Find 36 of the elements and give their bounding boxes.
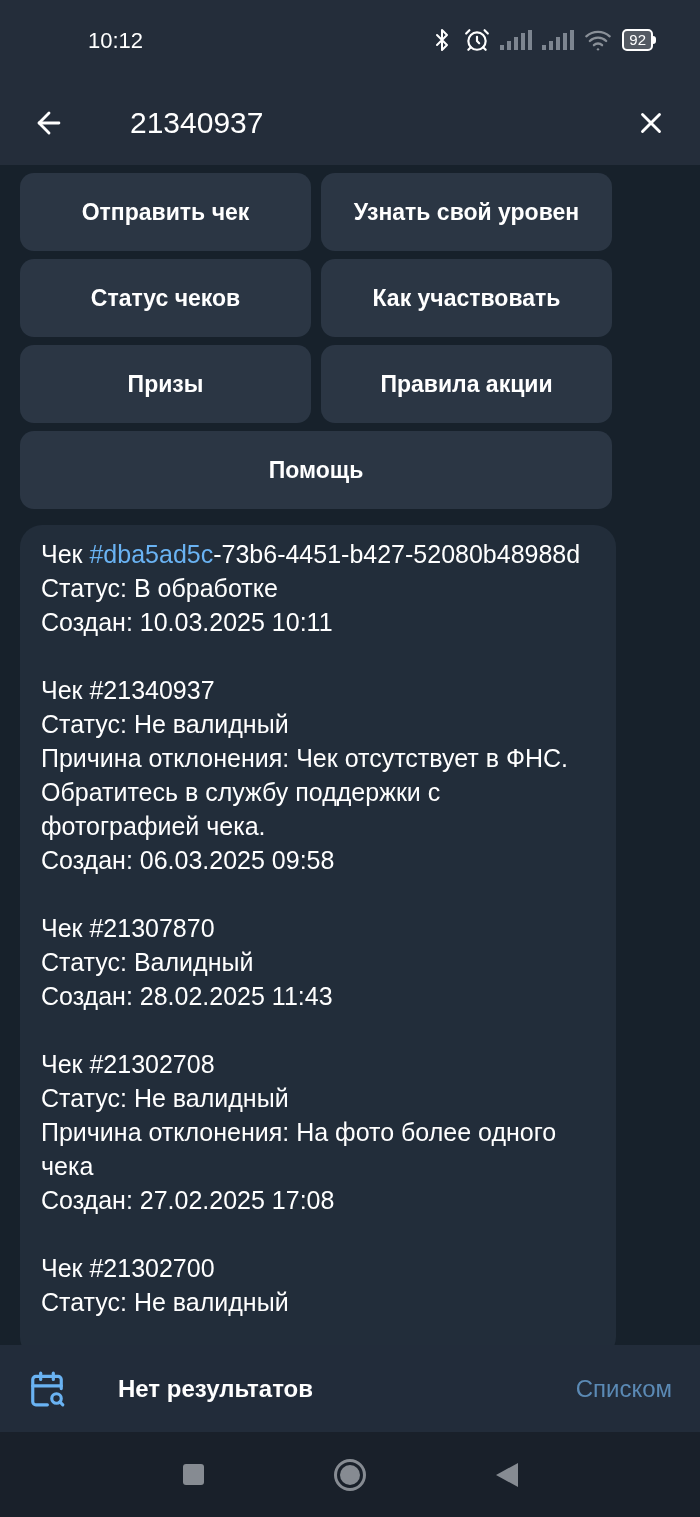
recents-icon[interactable] xyxy=(182,1464,204,1485)
search-field[interactable]: 21340937 xyxy=(130,100,264,145)
calendar-search-icon[interactable] xyxy=(28,1369,66,1408)
bot-keyboard-button[interactable]: Правила акции xyxy=(321,345,612,423)
message-text: Создан: 06.03.2025 09:58 xyxy=(41,845,336,876)
bot-keyboard-button[interactable]: Призы xyxy=(20,345,311,423)
bot-keyboard-button[interactable]: Помощь xyxy=(20,431,612,509)
clock: 10:12 xyxy=(88,26,144,55)
result-text: Нет результатов xyxy=(118,1373,313,1404)
bot-keyboard-button[interactable]: Отправить чек xyxy=(20,173,311,251)
message-text: Создан: 28.02.2025 11:43 xyxy=(41,981,334,1012)
message-text: Статус: В обработке xyxy=(41,573,279,604)
bot-keyboard-button[interactable]: Как участвовать xyxy=(321,259,612,337)
message-text: Чек #dba5ad5c-73b6-4451-b427-52080b48988d xyxy=(41,539,582,570)
signal-icon xyxy=(500,30,533,50)
battery-icon: 92 xyxy=(622,29,653,51)
message-text: Причина отклонения: На фото более одного чека xyxy=(41,1117,558,1182)
home-icon[interactable] xyxy=(333,1458,366,1491)
message-text: Статус: Не валидный xyxy=(41,709,290,740)
alarm-icon xyxy=(464,27,491,53)
list-view-button[interactable]: Списком xyxy=(575,1370,672,1407)
message-text: Чек #21302700 xyxy=(41,1253,216,1284)
signal-icon xyxy=(542,30,575,50)
message-text: Статус: Не валидный xyxy=(41,1287,290,1318)
bot-keyboard-button[interactable]: Узнать свой уровен xyxy=(321,173,612,251)
message-text: Чек #21307870 xyxy=(41,913,216,944)
message-text: Статус: Валидный xyxy=(41,947,255,978)
message-text: Причина отклонения: Чек отсутствует в ФНС. Обратитесь в службу поддержки с фотографией чека. xyxy=(41,743,569,842)
message-text: Чек #21302708 xyxy=(41,1049,216,1080)
bot-keyboard-button[interactable]: Статус чеков xyxy=(20,259,311,337)
back-nav-icon[interactable] xyxy=(495,1462,518,1487)
message-text: Создан: 27.02.2025 17:08 xyxy=(41,1185,336,1216)
message-text: Чек #21340937 xyxy=(41,675,216,706)
message-text: Создан: 10.03.2025 10:11 xyxy=(41,607,334,638)
message-text: Статус: Не валидный xyxy=(41,1083,290,1114)
hashtag-link[interactable]: #dba5ad5c xyxy=(89,540,214,568)
